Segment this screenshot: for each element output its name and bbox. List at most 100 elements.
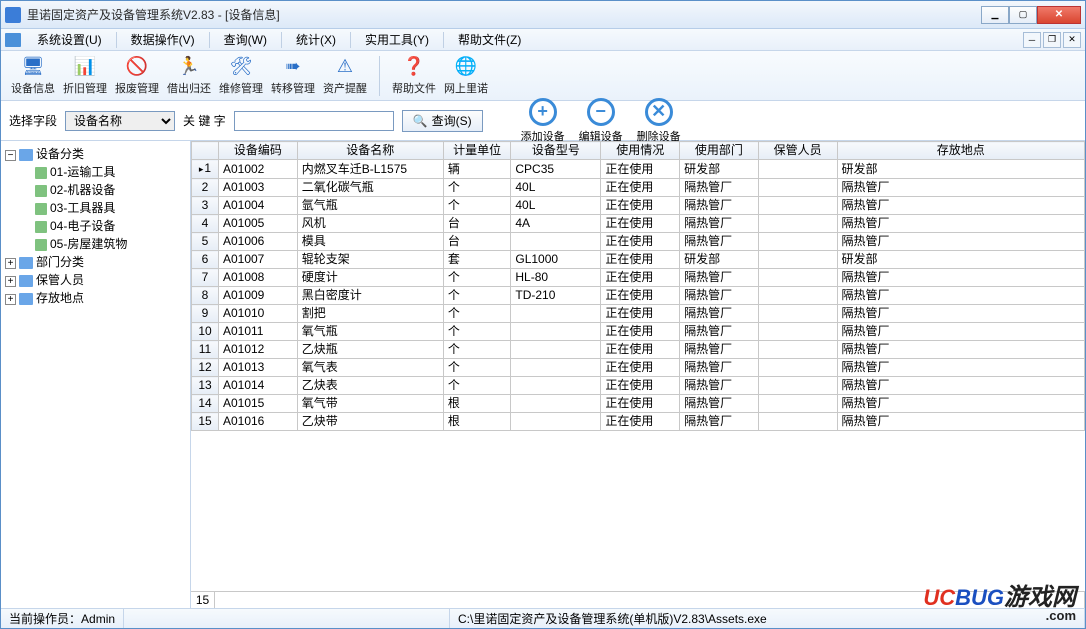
cell[interactable]: [511, 341, 601, 359]
cell[interactable]: 正在使用: [601, 179, 680, 197]
cell[interactable]: 隔热管厂: [680, 197, 759, 215]
row-number[interactable]: 1: [192, 160, 219, 179]
cell[interactable]: [758, 269, 837, 287]
cell[interactable]: 氧气瓶: [297, 323, 443, 341]
cell[interactable]: 个: [443, 377, 510, 395]
toolbar-button-折旧管理[interactable]: 📊折旧管理: [59, 54, 111, 98]
cell[interactable]: [758, 179, 837, 197]
cell[interactable]: 硬度计: [297, 269, 443, 287]
cell[interactable]: 正在使用: [601, 287, 680, 305]
tree-root-device-category[interactable]: −设备分类 01-运输工具02-机器设备03-工具器具04-电子设备05-房屋建…: [5, 145, 188, 253]
cell[interactable]: TD-210: [511, 287, 601, 305]
cell[interactable]: GL1000: [511, 251, 601, 269]
table-row[interactable]: 6A01007辊轮支架套GL1000正在使用研发部研发部: [192, 251, 1085, 269]
window-maximize-button[interactable]: [1009, 6, 1037, 24]
col-header[interactable]: 设备编码: [218, 142, 297, 160]
col-header[interactable]: 设备型号: [511, 142, 601, 160]
mdi-minimize-button[interactable]: ─: [1023, 32, 1041, 48]
cell[interactable]: 乙炔带: [297, 413, 443, 431]
toolbar-button-借出归还[interactable]: 🏃借出归还: [163, 54, 215, 98]
cell[interactable]: 隔热管厂: [837, 305, 1085, 323]
table-row[interactable]: 14A01015氧气带根正在使用隔热管厂隔热管厂: [192, 395, 1085, 413]
col-rownum[interactable]: [192, 142, 219, 160]
tree-leaf[interactable]: 02-机器设备: [21, 181, 188, 199]
cell[interactable]: 个: [443, 269, 510, 287]
cell[interactable]: [758, 160, 837, 179]
collapse-icon[interactable]: −: [5, 150, 16, 161]
col-header[interactable]: 存放地点: [837, 142, 1085, 160]
col-header[interactable]: 使用情况: [601, 142, 680, 160]
table-row[interactable]: 2A01003二氧化碳气瓶个40L正在使用隔热管厂隔热管厂: [192, 179, 1085, 197]
delete-device-button[interactable]: ✕ 删除设备: [637, 98, 681, 144]
cell[interactable]: [511, 305, 601, 323]
cell[interactable]: A01003: [218, 179, 297, 197]
cell[interactable]: A01012: [218, 341, 297, 359]
tree-root-custodian[interactable]: +保管人员: [5, 271, 188, 289]
cell[interactable]: 隔热管厂: [680, 305, 759, 323]
cell[interactable]: 氧气表: [297, 359, 443, 377]
row-number[interactable]: 6: [192, 251, 219, 269]
cell[interactable]: A01011: [218, 323, 297, 341]
cell[interactable]: [511, 359, 601, 377]
cell[interactable]: 个: [443, 323, 510, 341]
row-number[interactable]: 7: [192, 269, 219, 287]
row-number[interactable]: 3: [192, 197, 219, 215]
toolbar-button-设备信息[interactable]: 🖥设备信息: [7, 54, 59, 98]
cell[interactable]: 隔热管厂: [680, 323, 759, 341]
cell[interactable]: 隔热管厂: [680, 287, 759, 305]
cell[interactable]: 内燃叉车迁B-L1575: [297, 160, 443, 179]
cell[interactable]: 台: [443, 215, 510, 233]
col-header[interactable]: 计量单位: [443, 142, 510, 160]
cell[interactable]: 个: [443, 179, 510, 197]
toolbar-button-资产提醒[interactable]: ⚠资产提醒: [319, 54, 371, 98]
cell[interactable]: [511, 377, 601, 395]
field-select[interactable]: 设备名称: [65, 111, 175, 131]
cell[interactable]: 乙炔表: [297, 377, 443, 395]
table-row[interactable]: 8A01009黑白密度计个TD-210正在使用隔热管厂隔热管厂: [192, 287, 1085, 305]
table-row[interactable]: 5A01006模具台正在使用隔热管厂隔热管厂: [192, 233, 1085, 251]
cell[interactable]: 隔热管厂: [837, 197, 1085, 215]
cell[interactable]: 辊轮支架: [297, 251, 443, 269]
cell[interactable]: 正在使用: [601, 359, 680, 377]
cell[interactable]: A01008: [218, 269, 297, 287]
table-row[interactable]: 12A01013氧气表个正在使用隔热管厂隔热管厂: [192, 359, 1085, 377]
cell[interactable]: 套: [443, 251, 510, 269]
cell[interactable]: 研发部: [680, 251, 759, 269]
table-row[interactable]: 3A01004氩气瓶个40L正在使用隔热管厂隔热管厂: [192, 197, 1085, 215]
cell[interactable]: 正在使用: [601, 197, 680, 215]
toolbar-button-转移管理[interactable]: ➠转移管理: [267, 54, 319, 98]
cell[interactable]: 正在使用: [601, 323, 680, 341]
table-row[interactable]: 15A01016乙炔带根正在使用隔热管厂隔热管厂: [192, 413, 1085, 431]
cell[interactable]: 正在使用: [601, 377, 680, 395]
cell[interactable]: 隔热管厂: [837, 395, 1085, 413]
table-row[interactable]: 11A01012乙炔瓶个正在使用隔热管厂隔热管厂: [192, 341, 1085, 359]
row-number[interactable]: 13: [192, 377, 219, 395]
cell[interactable]: A01007: [218, 251, 297, 269]
cell[interactable]: [758, 395, 837, 413]
cell[interactable]: [511, 395, 601, 413]
cell[interactable]: A01006: [218, 233, 297, 251]
cell[interactable]: [511, 413, 601, 431]
cell[interactable]: 二氧化碳气瓶: [297, 179, 443, 197]
cell[interactable]: 风机: [297, 215, 443, 233]
cell[interactable]: [758, 341, 837, 359]
cell[interactable]: A01016: [218, 413, 297, 431]
tree-leaf[interactable]: 01-运输工具: [21, 163, 188, 181]
cell[interactable]: [758, 251, 837, 269]
toolbar-button-维修管理[interactable]: 🛠维修管理: [215, 54, 267, 98]
edit-device-button[interactable]: − 编辑设备: [579, 98, 623, 144]
cell[interactable]: 隔热管厂: [680, 377, 759, 395]
cell[interactable]: 隔热管厂: [837, 215, 1085, 233]
cell[interactable]: 研发部: [680, 160, 759, 179]
toolbar-button-帮助文件[interactable]: ❓帮助文件: [388, 54, 440, 98]
cell[interactable]: 个: [443, 359, 510, 377]
cell[interactable]: [758, 377, 837, 395]
cell[interactable]: [511, 233, 601, 251]
cell[interactable]: 隔热管厂: [837, 377, 1085, 395]
cell[interactable]: 隔热管厂: [837, 287, 1085, 305]
row-number[interactable]: 12: [192, 359, 219, 377]
cell[interactable]: 研发部: [837, 251, 1085, 269]
cell[interactable]: [758, 413, 837, 431]
row-number[interactable]: 8: [192, 287, 219, 305]
cell[interactable]: [758, 359, 837, 377]
